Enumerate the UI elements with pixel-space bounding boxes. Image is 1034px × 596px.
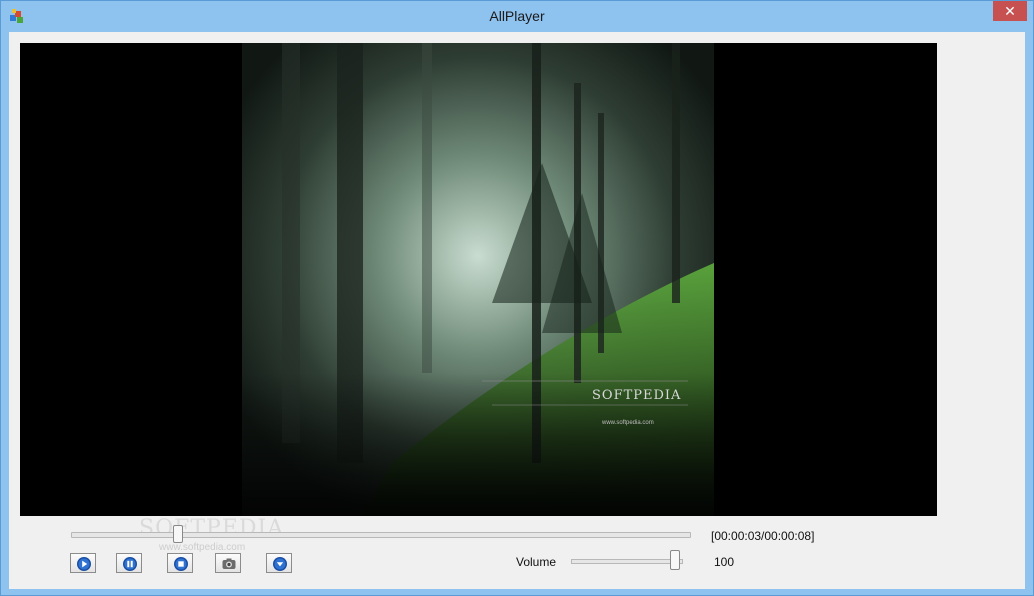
- stop-icon: [174, 557, 188, 571]
- pause-icon: [123, 557, 137, 571]
- seek-thumb[interactable]: [173, 525, 183, 543]
- seek-bar[interactable]: [71, 532, 691, 538]
- volume-value: 100: [714, 555, 735, 569]
- pause-button[interactable]: [116, 553, 142, 573]
- title-bar[interactable]: AllPlayer ✕: [1, 1, 1033, 32]
- volume-thumb[interactable]: [670, 550, 680, 570]
- video-display[interactable]: SOFTPEDIA www.softpedia.com: [20, 43, 937, 516]
- close-button[interactable]: ✕: [993, 1, 1027, 21]
- play-icon: [77, 557, 91, 571]
- watermark-url: www.softpedia.com: [159, 542, 246, 553]
- chevron-down-icon: [273, 557, 287, 571]
- video-frame: SOFTPEDIA www.softpedia.com: [242, 43, 714, 516]
- window-title: AllPlayer: [489, 8, 545, 24]
- camera-icon: [222, 558, 236, 569]
- overlay-brand: SOFTPEDIA: [592, 388, 681, 403]
- play-button[interactable]: [70, 553, 96, 573]
- volume-label: Volume: [516, 555, 557, 569]
- overlay-url: www.softpedia.com: [601, 420, 654, 426]
- open-button[interactable]: [266, 553, 292, 573]
- screenshot-button[interactable]: [215, 553, 241, 573]
- player-client-area: SOFTPEDIA www.softpedia.com SOFTPEDIA ww…: [9, 32, 1025, 589]
- stop-button[interactable]: [167, 553, 193, 573]
- time-readout: [00:00:03/00:00:08]: [711, 529, 815, 543]
- app-window: AllPlayer ✕ SOFTPEDIA www.softpedia.com …: [0, 0, 1034, 596]
- volume-slider[interactable]: [571, 559, 683, 564]
